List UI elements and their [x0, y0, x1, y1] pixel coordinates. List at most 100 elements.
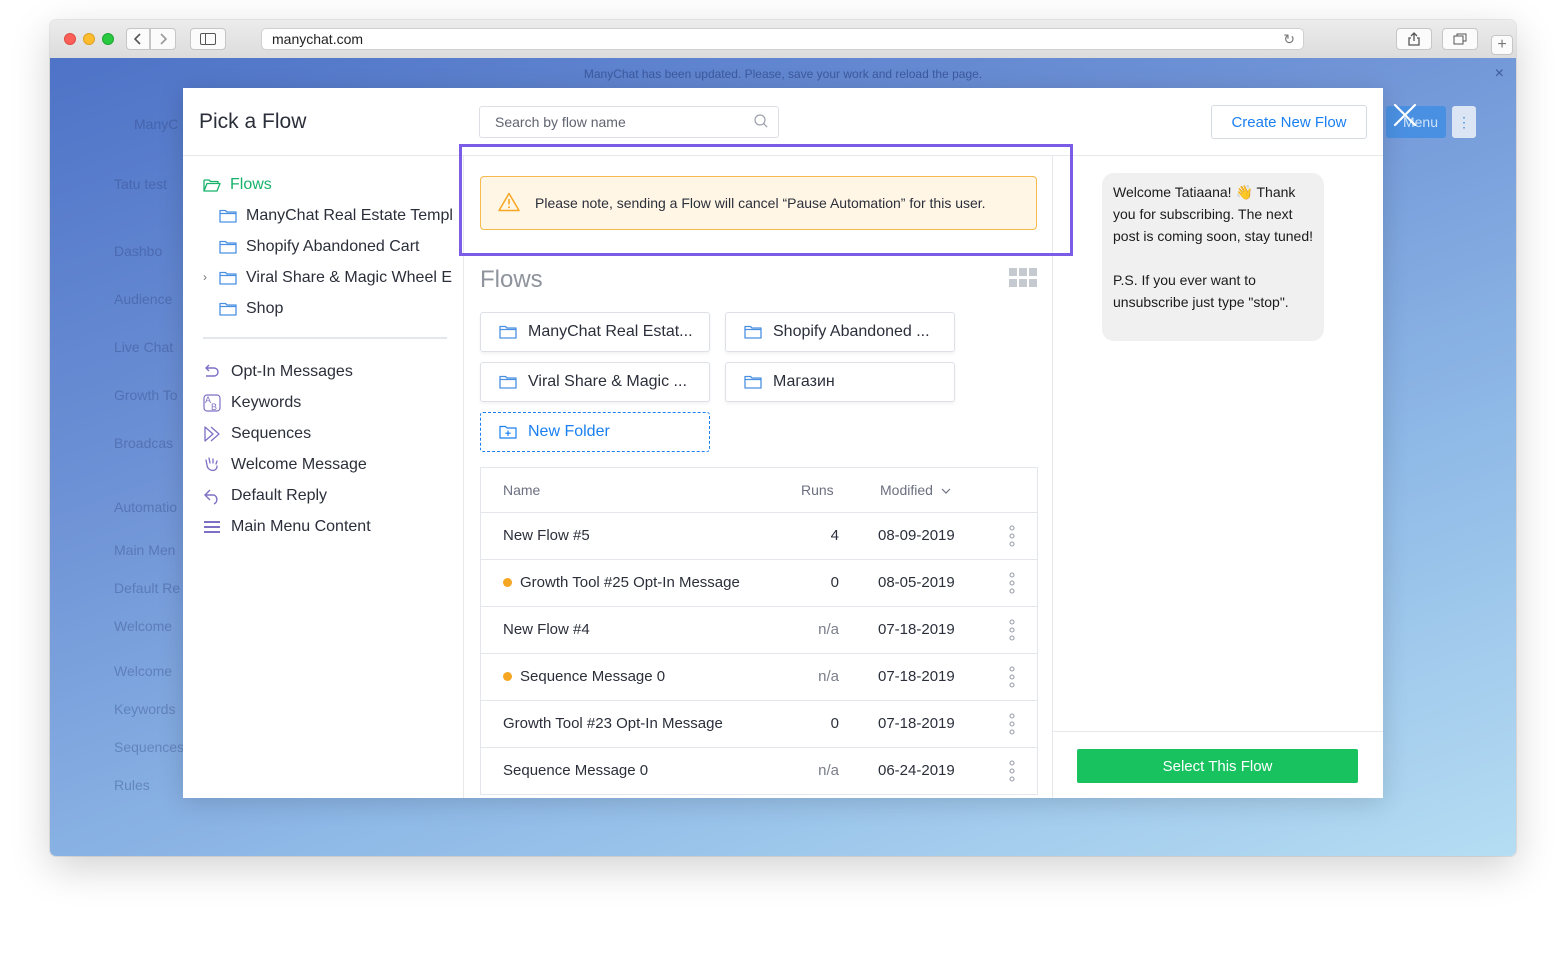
- close-icon[interactable]: [1390, 100, 1420, 130]
- banner-close-icon[interactable]: ×: [1495, 58, 1504, 90]
- sequences-icon: [204, 426, 220, 442]
- bg-nav-item: Keywords: [114, 701, 176, 717]
- column-header-name[interactable]: Name: [503, 482, 540, 498]
- bg-nav-item: Growth To: [114, 387, 178, 403]
- sidebar-item-keywords[interactable]: AB Keywords: [203, 394, 301, 412]
- more-options-icon[interactable]: [1008, 572, 1016, 594]
- flow-name-cell: Sequence Message 0: [503, 762, 648, 779]
- zoom-window-button[interactable]: [102, 33, 114, 45]
- folder-icon: [219, 302, 237, 316]
- flow-name: Sequence Message 0: [520, 668, 666, 685]
- folder-icon: [219, 271, 237, 285]
- message-preview-bubble: Welcome Tatiaana! 👋 Thank you for subscr…: [1102, 173, 1324, 341]
- bg-nav-item: Main Men: [114, 542, 176, 558]
- more-options-icon[interactable]: [1008, 760, 1016, 782]
- sidebar-item-flows[interactable]: Flows: [203, 176, 272, 194]
- runs-cell: 4: [830, 527, 839, 544]
- modified-cell: 07-18-2019: [878, 715, 955, 732]
- column-header-modified[interactable]: Modified: [880, 482, 951, 498]
- chevron-left-icon: [134, 33, 141, 45]
- update-banner-text: ManyChat has been updated. Please, save …: [583, 67, 983, 81]
- modal-title: Pick a Flow: [199, 110, 307, 133]
- column-header-runs[interactable]: Runs: [801, 482, 834, 498]
- sidebar-item-label: Main Menu Content: [231, 518, 371, 535]
- create-new-flow-button[interactable]: Create New Flow: [1211, 105, 1367, 139]
- sidebar-folder-shop[interactable]: Shop: [219, 300, 283, 318]
- sidebar-folder-viral-share[interactable]: Viral Share & Magic Wheel E: [219, 269, 452, 287]
- modified-cell: 08-09-2019: [878, 527, 955, 544]
- sidebar-folder-shopify[interactable]: Shopify Abandoned Cart: [219, 238, 419, 256]
- folder-icon: [219, 209, 237, 223]
- sidebar-item-label: Welcome Message: [231, 456, 367, 473]
- grid-view-icon[interactable]: [1009, 268, 1037, 288]
- table-row[interactable]: Sequence Message 0 n/a 06-24-2019: [481, 748, 1037, 795]
- bg-nav-item: Audience: [114, 291, 173, 307]
- menu-icon: [204, 521, 220, 533]
- new-folder-label: New Folder: [528, 423, 610, 440]
- sidebar-divider: [203, 337, 447, 339]
- chevron-down-icon: [941, 488, 951, 494]
- sidebar-item-default-reply[interactable]: Default Reply: [203, 487, 327, 505]
- flow-name: New Flow #4: [503, 621, 590, 638]
- close-window-button[interactable]: [64, 33, 76, 45]
- more-options-icon[interactable]: [1008, 525, 1016, 547]
- table-row[interactable]: Sequence Message 0 n/a 07-18-2019: [481, 654, 1037, 701]
- sidebar-folder-real-estate[interactable]: ManyChat Real Estate Templ: [219, 207, 453, 225]
- more-options-icon[interactable]: [1008, 666, 1016, 688]
- share-button[interactable]: [1396, 28, 1432, 50]
- folder-card[interactable]: ManyChat Real Estat...: [480, 312, 710, 352]
- table-row[interactable]: New Flow #4 n/a 07-18-2019: [481, 607, 1037, 654]
- tabs-button[interactable]: [1442, 28, 1478, 50]
- chevron-right-icon[interactable]: ›: [203, 270, 207, 284]
- flow-name: Growth Tool #25 Opt-In Message: [520, 574, 740, 591]
- select-flow-button[interactable]: Select This Flow: [1077, 749, 1358, 783]
- folder-icon: [499, 325, 517, 339]
- modified-cell: 08-05-2019: [878, 574, 955, 591]
- url-text: manychat.com: [272, 31, 364, 47]
- new-folder-button[interactable]: New Folder: [480, 412, 710, 452]
- sidebar-folder-label: Shopify Abandoned Cart: [246, 238, 420, 255]
- table-row[interactable]: Growth Tool #25 Opt-In Message 0 08-05-201…: [481, 560, 1037, 607]
- back-button[interactable]: [126, 28, 150, 50]
- sidebar-toggle-button[interactable]: [190, 28, 226, 50]
- chevron-right-icon: [160, 33, 167, 45]
- folder-card[interactable]: Магазин: [725, 362, 955, 402]
- reload-icon[interactable]: ↻: [1283, 31, 1295, 48]
- minimize-window-button[interactable]: [83, 33, 95, 45]
- reply-icon: [204, 489, 218, 505]
- bg-nav-logo: ManyC: [134, 116, 179, 132]
- sidebar-item-main-menu-content[interactable]: Main Menu Content: [203, 518, 371, 536]
- section-title: Flows: [480, 266, 543, 293]
- folder-card-label: Viral Share & Magic ...: [528, 373, 687, 390]
- status-dot: [503, 672, 512, 681]
- folder-card-label: Shopify Abandoned ...: [773, 323, 930, 340]
- table-row[interactable]: Growth Tool #23 Opt-In Message 0 07-18-201…: [481, 701, 1037, 748]
- new-tab-button[interactable]: +: [1491, 35, 1513, 55]
- sidebar-item-opt-in-messages[interactable]: Opt-In Messages: [203, 363, 353, 381]
- keywords-icon: AB: [203, 394, 221, 412]
- sidebar-folder-label: Shop: [246, 300, 284, 317]
- bg-nav-item: Welcome: [114, 618, 173, 634]
- sidebar-icon: [200, 33, 216, 45]
- sidebar-item-sequences[interactable]: Sequences: [203, 425, 311, 443]
- more-options-icon[interactable]: [1008, 619, 1016, 641]
- modified-cell: 07-18-2019: [878, 668, 955, 685]
- sidebar-item-welcome-message[interactable]: Welcome Message: [203, 456, 367, 474]
- flow-name-cell: Growth Tool #25 Opt-In Message: [503, 574, 740, 591]
- flow-name-cell: Growth Tool #23 Opt-In Message: [503, 715, 723, 732]
- folder-card[interactable]: Viral Share & Magic ...: [480, 362, 710, 402]
- flow-name: New Flow #5: [503, 527, 590, 544]
- opt-in-icon: [205, 364, 219, 377]
- folder-card[interactable]: Shopify Abandoned ...: [725, 312, 955, 352]
- runs-cell: 0: [830, 574, 839, 591]
- more-options-icon[interactable]: [1008, 713, 1016, 735]
- bg-more-button: ⋮: [1452, 106, 1476, 138]
- address-bar[interactable]: manychat.com ↻: [261, 28, 1304, 50]
- column-header-label: Modified: [880, 482, 933, 498]
- bg-nav-item: Default Re: [114, 580, 181, 596]
- search-input[interactable]: [479, 106, 779, 138]
- table-row[interactable]: New Flow #5 4 08-09-2019: [481, 513, 1037, 560]
- bg-nav-page: Tatu test: [114, 176, 167, 192]
- sidebar-folder-label: Viral Share & Magic Wheel E: [246, 269, 453, 286]
- forward-button[interactable]: [150, 28, 176, 50]
